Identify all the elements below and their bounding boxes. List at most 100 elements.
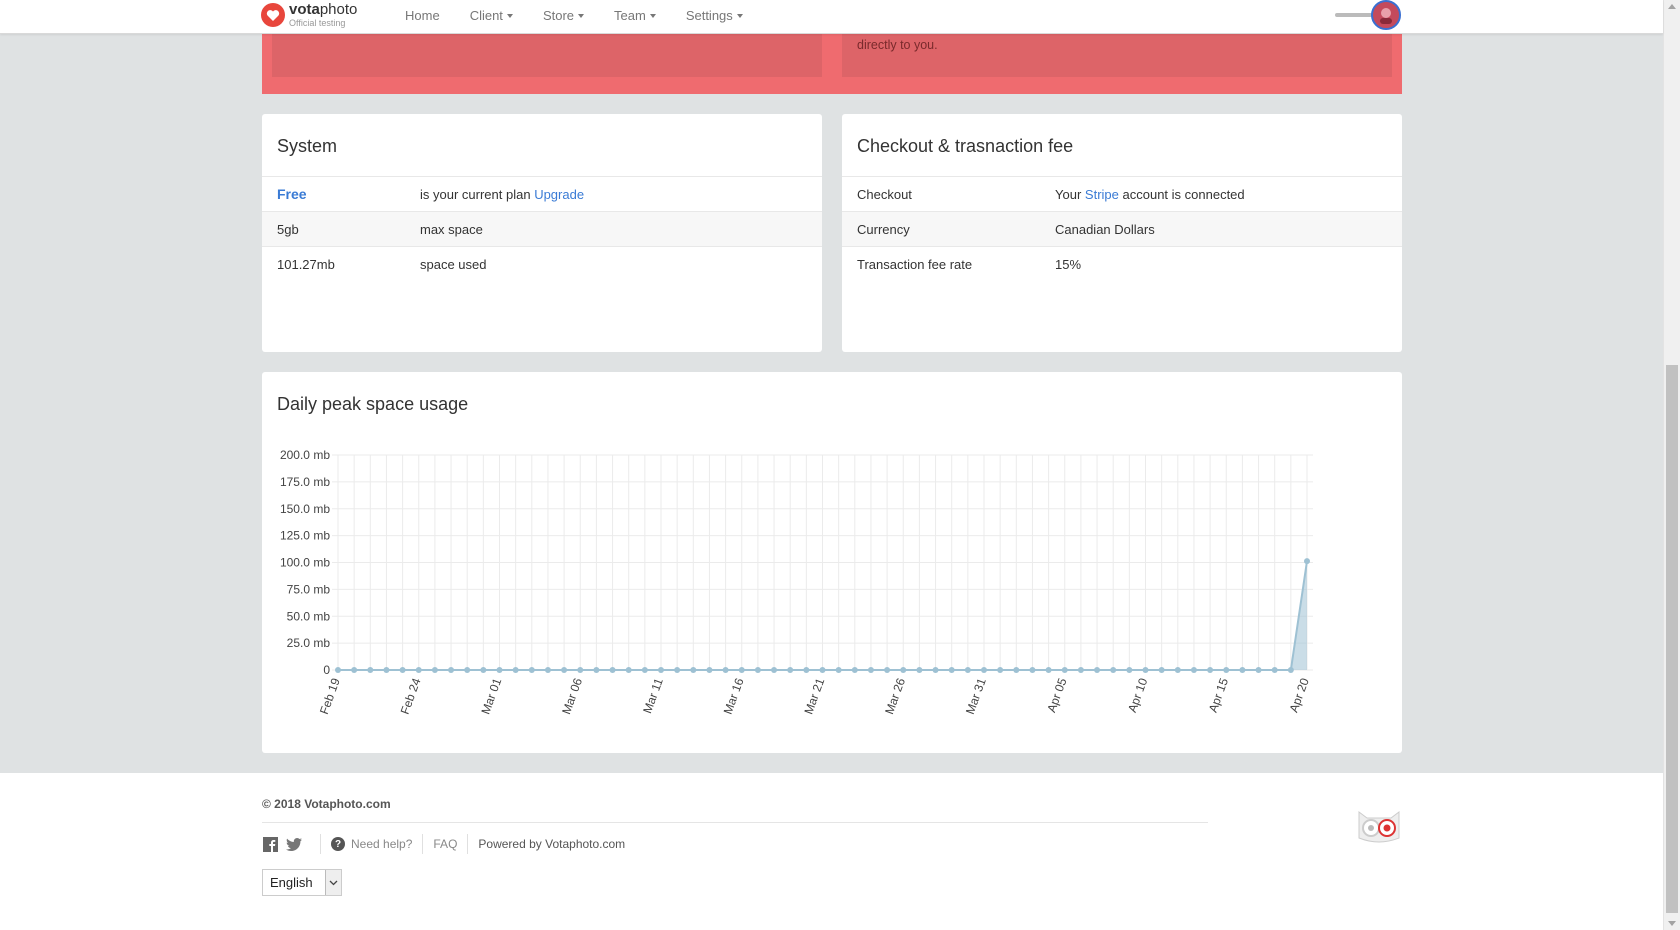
x-tick-label: Apr 15: [1206, 676, 1231, 714]
faq-link[interactable]: FAQ: [433, 837, 457, 851]
data-point: [851, 667, 858, 673]
data-point: [771, 667, 778, 673]
data-point: [981, 667, 987, 673]
data-point: [690, 667, 697, 673]
data-point: [1255, 667, 1262, 673]
x-tick-label: Mar 06: [559, 676, 585, 716]
data-point: [1304, 558, 1310, 565]
system-panel: System Free is your current plan Upgrade…: [262, 114, 822, 352]
data-point: [544, 667, 551, 673]
logo[interactable]: votaphoto Official testing: [261, 2, 357, 28]
data-point: [1207, 667, 1214, 673]
scroll-down-arrow-icon[interactable]: [1668, 921, 1676, 926]
powered-by-link[interactable]: Votaphoto.com: [545, 837, 625, 851]
data-point: [1061, 667, 1068, 673]
data-point: [1271, 667, 1278, 673]
data-point: [1223, 667, 1230, 673]
data-point: [1287, 667, 1294, 673]
checkout-row: Checkout Your Stripe account is connecte…: [842, 177, 1402, 212]
data-point: [399, 667, 406, 673]
language-value: English: [270, 875, 313, 890]
data-point: [431, 667, 438, 673]
plan-text: is your current plan: [420, 186, 531, 202]
data-point: [625, 667, 632, 673]
data-point: [1239, 667, 1246, 673]
nav-settings[interactable]: Settings: [686, 8, 743, 23]
data-point: [964, 667, 971, 673]
data-point: [900, 667, 907, 673]
brand-name-bold: vota: [289, 1, 320, 18]
data-point: [835, 667, 842, 673]
usage-chart: 200.0 mb 175.0 mb 150.0 mb 125.0 mb 100.0 mb…: [280, 448, 1313, 716]
checkout-prefix: Your: [1055, 186, 1082, 202]
data-point: [415, 667, 422, 673]
nav-store[interactable]: Store: [543, 8, 585, 23]
nav-client[interactable]: Client: [470, 8, 513, 23]
nav-team[interactable]: Team: [614, 8, 656, 23]
currency-value: Canadian Dollars: [1055, 221, 1155, 237]
data-point: [658, 667, 664, 673]
y-tick-label: 175.0 mb: [280, 475, 330, 489]
x-tick-label: Feb 24: [398, 676, 424, 716]
usage-chart-panel: Daily peak space usage 200.0 mb 175.0 mb 1…: [262, 372, 1402, 753]
x-tick-label: Apr 05: [1044, 676, 1069, 714]
caret-down-icon: [506, 14, 513, 19]
data-point: [674, 667, 681, 673]
scroll-thumb[interactable]: [1666, 365, 1678, 913]
main-nav: Home Client Store Team Settings: [390, 0, 758, 30]
scroll-up-arrow-icon[interactable]: [1668, 4, 1676, 9]
y-tick-label: 25.0 mb: [287, 636, 331, 650]
stripe-link[interactable]: Stripe: [1085, 187, 1119, 202]
data-point: [512, 667, 519, 673]
data-point: [335, 667, 341, 673]
need-help-link[interactable]: Need help?: [351, 837, 412, 851]
caret-down-icon: [736, 14, 743, 19]
data-point: [367, 667, 374, 673]
language-select[interactable]: English: [262, 869, 342, 896]
user-avatar[interactable]: [1371, 0, 1401, 30]
vertical-scrollbar[interactable]: [1663, 0, 1680, 930]
data-point: [641, 667, 648, 673]
plan-name[interactable]: Free: [277, 186, 307, 202]
data-point: [1094, 667, 1101, 673]
y-tick-label: 200.0 mb: [280, 448, 330, 462]
space-used-value: 101.27mb: [277, 257, 335, 272]
data-point: [1077, 667, 1084, 673]
data-point: [787, 667, 794, 673]
facebook-icon[interactable]: [262, 836, 278, 852]
data-point: [803, 667, 810, 673]
data-point: [738, 667, 745, 673]
x-tick-label: Apr 20: [1287, 676, 1312, 714]
upgrade-link[interactable]: Upgrade: [534, 187, 584, 202]
x-tick-label: Mar 26: [882, 676, 908, 716]
currency-row: Currency Canadian Dollars: [842, 212, 1402, 247]
fee-label: Transaction fee rate: [857, 257, 973, 272]
checkout-suffix: account is connected: [1122, 186, 1245, 202]
y-tick-label: 50.0 mb: [287, 609, 331, 623]
twitter-icon[interactable]: [286, 836, 302, 852]
nav-home[interactable]: Home: [405, 8, 440, 23]
data-point: [593, 667, 600, 673]
y-tick-label: 100.0 mb: [280, 556, 330, 570]
data-point: [496, 667, 503, 673]
divider: [422, 834, 424, 854]
system-title: System: [262, 114, 822, 177]
data-point: [1190, 667, 1197, 673]
currency-label: Currency: [857, 221, 910, 237]
data-point: [1174, 667, 1181, 673]
x-tick-label: Mar 31: [963, 676, 989, 716]
checkout-title: Checkout & trasnaction fee: [842, 114, 1402, 177]
x-tick-label: Feb 19: [317, 676, 343, 716]
y-tick-label: 125.0 mb: [280, 529, 330, 543]
y-tick-label: 150.0 mb: [280, 502, 330, 516]
data-point: [932, 667, 939, 673]
chevron-down-icon[interactable]: [325, 870, 341, 895]
heart-icon: [261, 3, 285, 27]
max-space-row: 5gb max space: [262, 212, 822, 247]
data-point: [867, 667, 874, 673]
brand-subtitle: Official testing: [289, 18, 346, 28]
alert-text: directly to you.: [857, 38, 938, 52]
data-point: [722, 667, 729, 673]
data-point: [997, 667, 1004, 673]
footer: © 2018 Votaphoto.com ? Need help? FAQ Po…: [0, 773, 1663, 930]
